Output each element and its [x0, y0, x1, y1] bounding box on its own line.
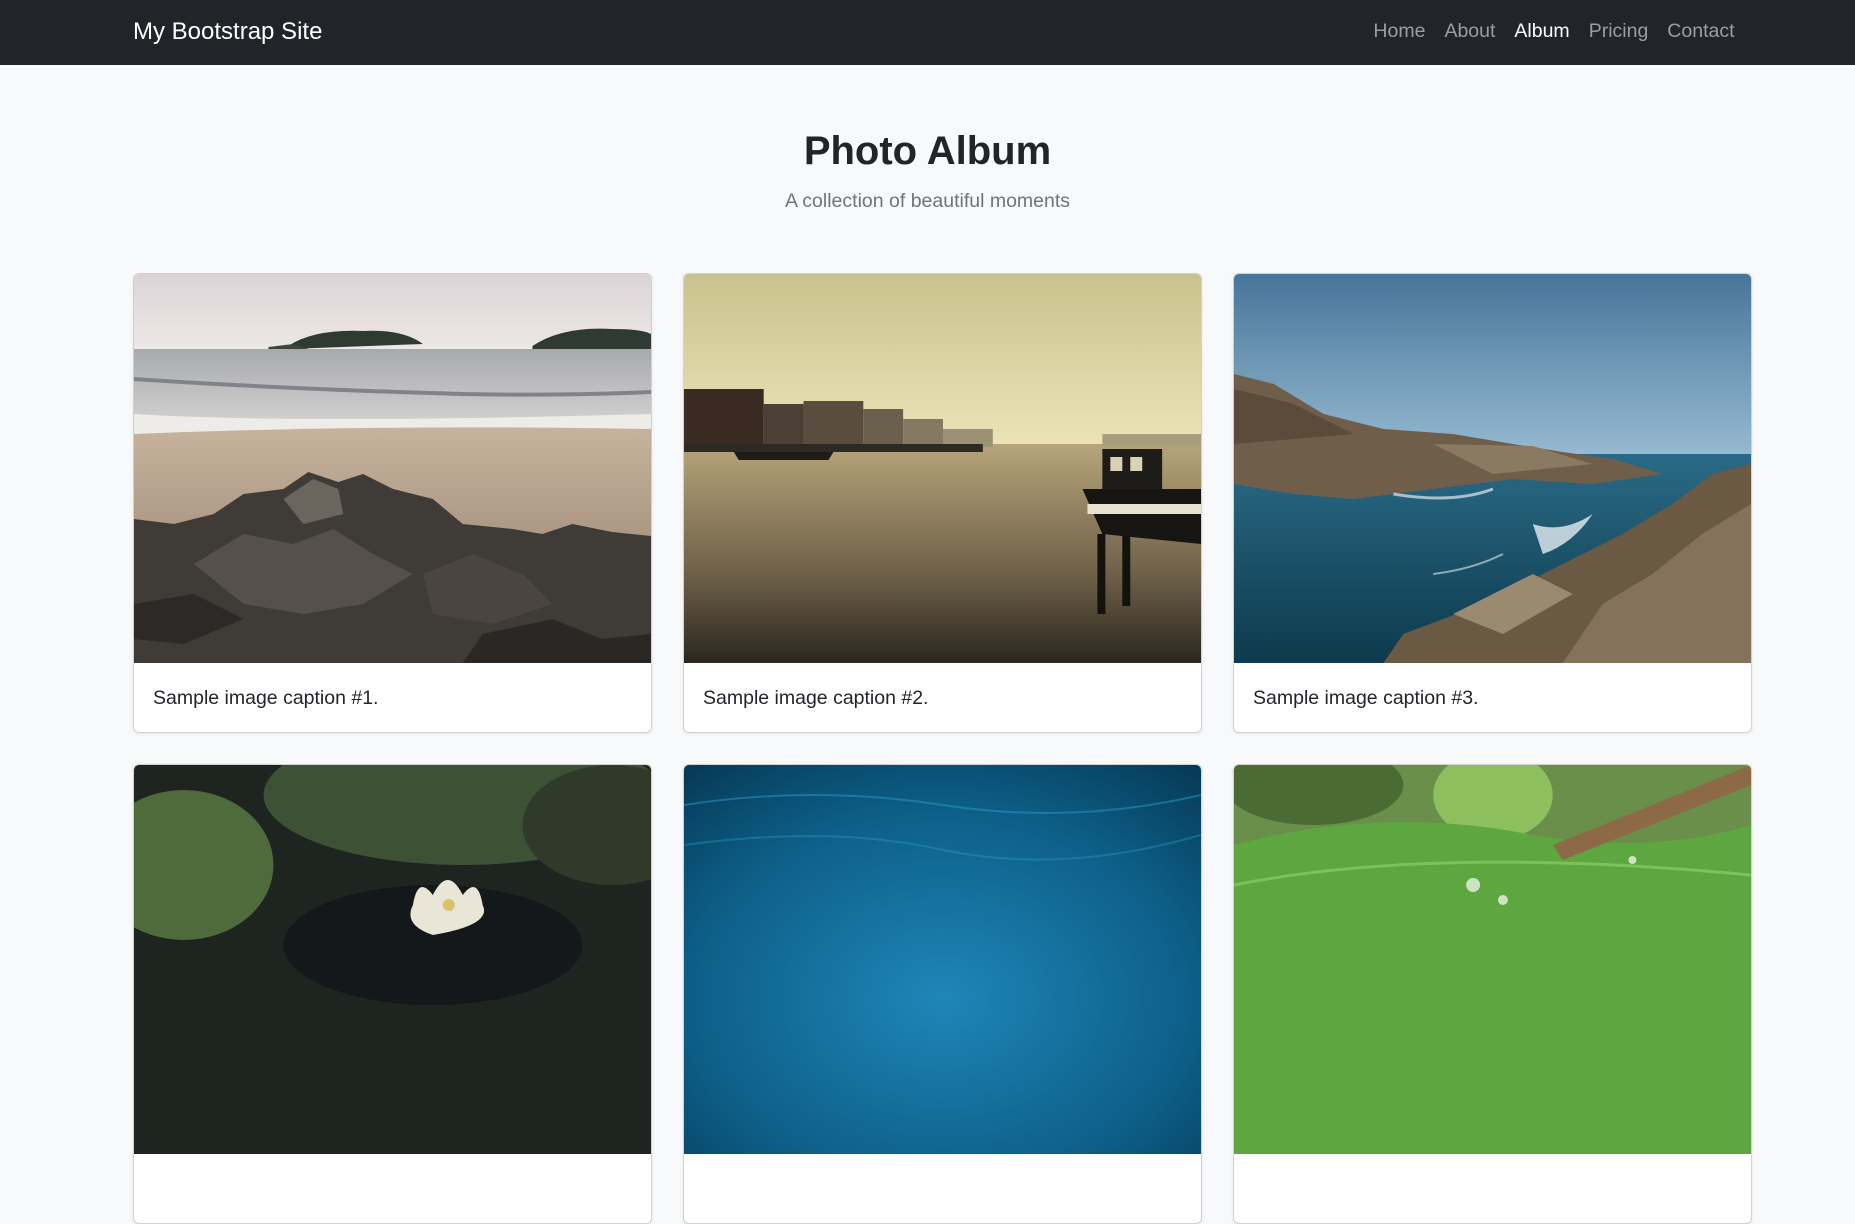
harbor-boat-photo — [684, 274, 1201, 663]
underwater-blue-photo — [684, 765, 1201, 1154]
water-lily-photo — [134, 765, 651, 1154]
album-grid: Sample image caption #1. Sample image ca… — [133, 273, 1753, 1224]
card-caption — [1234, 1154, 1751, 1177]
brand-link[interactable]: My Bootstrap Site — [133, 17, 322, 47]
card-caption: Sample image caption #1. — [153, 687, 379, 709]
album-card: Sample image caption #2. — [683, 273, 1202, 733]
page-subtitle: A collection of beautiful moments — [784, 190, 1071, 212]
page-title: Photo Album — [803, 129, 1052, 173]
page-header: Photo Album A collection of beautiful mo… — [0, 120, 1855, 215]
card-caption — [684, 1154, 1201, 1177]
album-card — [683, 764, 1202, 1224]
album-card — [1233, 764, 1752, 1224]
card-caption — [134, 1154, 651, 1177]
nav-links: Home About Album Pricing Contact — [1364, 19, 1744, 44]
nav-link-album[interactable]: Album — [1505, 19, 1579, 44]
nav-link-contact[interactable]: Contact — [1658, 19, 1744, 44]
album-card — [133, 764, 652, 1224]
album-card: Sample image caption #3. — [1233, 273, 1752, 733]
navbar: My Bootstrap Site Home About Album Prici… — [0, 0, 1855, 65]
nav-link-about[interactable]: About — [1435, 19, 1505, 44]
card-caption: Sample image caption #3. — [1253, 687, 1479, 709]
nav-link-home[interactable]: Home — [1364, 19, 1435, 44]
card-caption: Sample image caption #2. — [703, 687, 929, 709]
album-card: Sample image caption #1. — [133, 273, 652, 733]
rocky-coast-photo — [1234, 274, 1751, 663]
green-leaf-droplets-photo — [1234, 765, 1751, 1154]
beach-rocks-photo — [134, 274, 651, 663]
nav-link-pricing[interactable]: Pricing — [1579, 19, 1658, 44]
